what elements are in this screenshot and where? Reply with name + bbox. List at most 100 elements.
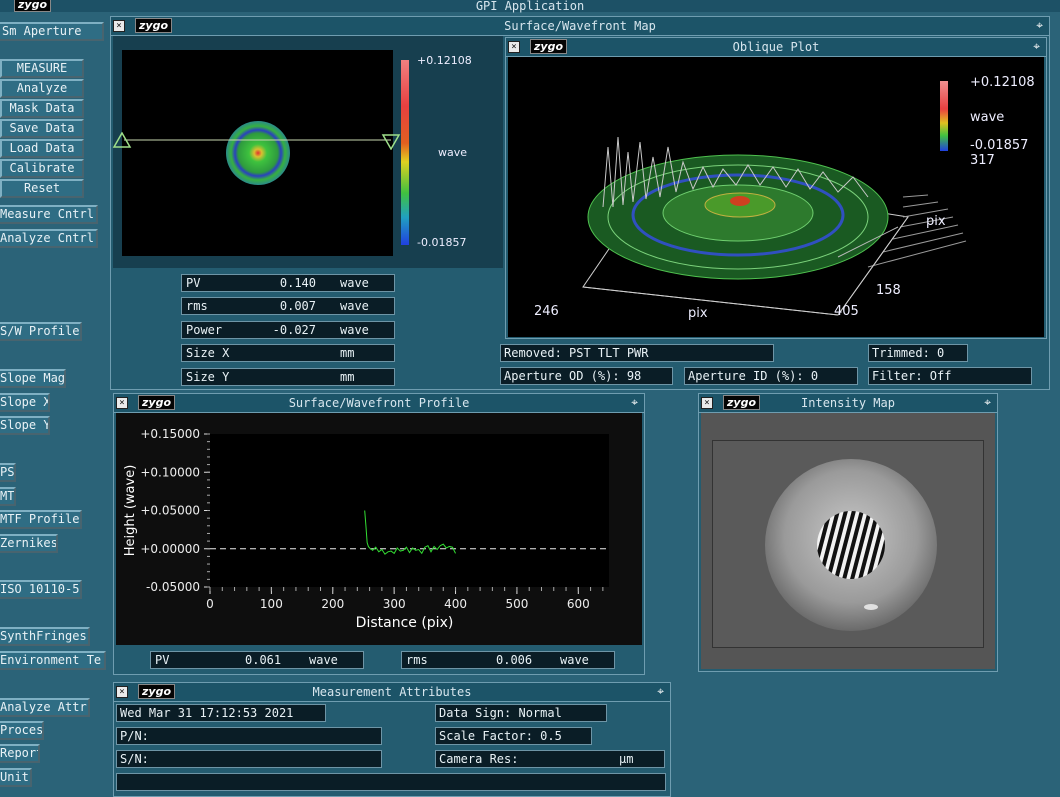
sidebar-button-measure[interactable]: MEASURE [0,59,84,78]
sidebar-item-synthfringes[interactable]: SynthFringes [0,627,90,646]
plot-area [210,434,609,587]
camera-res-field[interactable]: Camera Res: µm [435,750,665,768]
surface-map-plot[interactable] [122,50,393,256]
x-tick-label: 0 [206,597,214,611]
sn-field[interactable]: S/N: [116,750,382,768]
oblique-x-left-label: 246 [534,304,559,319]
sidebar-item-report[interactable]: Report [0,744,40,763]
surface-map-header: Surface/Wavefront Map [111,17,1049,36]
profile-chart-frame: +0.15000 +0.10000 +0.05000 +0.00000 -0.05000… [116,413,642,645]
sidebar-button-save-data[interactable]: Save Data [0,119,84,138]
filter-field[interactable]: Filter: Off [868,367,1032,385]
y-tick-label: +0.00000 [140,542,200,556]
sidebar-item-analyze-attr[interactable]: Analyze Attr [0,698,90,717]
sidebar-item-analyze-cntrl[interactable]: Analyze Cntrl [0,229,98,248]
sidebar-button-reset[interactable]: Reset [0,179,84,198]
result-size-y: Size Ymm [181,367,395,386]
app-title: GPI Application [475,0,585,13]
result-size-x: Size Xmm [181,344,395,363]
profile-end-marker-icon[interactable] [381,132,403,150]
pin-icon[interactable]: ⌖ [984,396,991,409]
attributes-title: Measurement Attributes [312,685,472,699]
colorbar-max-label: +0.12108 [417,54,472,67]
y-tick-label: +0.15000 [140,427,200,441]
sidebar-item-measure-cntrl[interactable]: Measure Cntrl [0,205,98,224]
oblique-colorbar-max: +0.12108 [970,75,1035,90]
close-icon[interactable]: × [508,41,520,53]
scale-factor-field[interactable]: Scale Factor: 0.5 [435,727,592,745]
close-icon[interactable]: × [113,20,125,32]
x-tick-label: 500 [505,597,528,611]
x-tick-label: 100 [260,597,283,611]
x-tick-label: 200 [321,597,344,611]
sidebar-item-process[interactable]: Process [0,721,44,740]
sidebar-item-slope-y[interactable]: Slope Y [0,416,50,435]
profile-chart[interactable]: +0.15000 +0.10000 +0.05000 +0.00000 -0.05000… [116,413,642,645]
result-power: Power -0.027 wave [181,320,395,339]
sidebar-item-iso-10110-5[interactable]: ISO 10110-5 [0,580,82,599]
oblique-y-top-label: 317 [970,153,995,168]
sidebar-button-calibrate[interactable]: Calibrate [0,159,84,178]
profile-start-marker-icon[interactable] [112,132,134,150]
pin-icon[interactable]: ⌖ [1036,19,1043,32]
y-axis-label: Height (wave) [123,465,138,557]
attributes-header: Measurement Attributes [114,683,670,702]
data-sign-field[interactable]: Data Sign: Normal [435,704,607,722]
intensity-title: Intensity Map [801,396,895,410]
sidebar-item-mtf[interactable]: MTF [0,487,16,506]
sidebar-item-psf[interactable]: PSF [0,463,16,482]
surface-map-colorbar [401,60,409,245]
oblique-header: Oblique Plot [506,38,1046,57]
close-icon[interactable]: × [701,397,713,409]
aperture-id-field[interactable]: Aperture ID (%): 0 [684,367,858,385]
x-tick-label: 400 [444,597,467,611]
oblique-colorbar-unit: wave [970,110,1005,125]
oblique-y-bottom-label: 158 [876,283,901,298]
sidebar-item-mtf-profile[interactable]: MTF Profile [0,510,82,529]
x-axis-label: Distance (pix) [356,615,454,631]
pin-icon[interactable]: ⌖ [657,685,664,698]
y-tick-label: +0.10000 [140,465,200,479]
zygo-logo: zygo [135,18,173,33]
sidebar-button-load-data[interactable]: Load Data [0,139,84,158]
sidebar-item-environment-te[interactable]: Environment Te [0,651,106,670]
date-field: Wed Mar 31 17:12:53 2021 [116,704,326,722]
aperture-od-field[interactable]: Aperture OD (%): 98 [500,367,673,385]
colorbar-min-label: -0.01857 [417,236,467,249]
pin-icon[interactable]: ⌖ [1033,40,1040,53]
sidebar-button-mask-data[interactable]: Mask Data [0,99,84,118]
oblique-plot[interactable]: +0.12108 wave -0.01857 317 pix 158 246 p… [508,57,1044,337]
x-tick-label: 600 [567,597,590,611]
zygo-logo: zygo [530,39,568,54]
close-icon[interactable]: × [116,397,128,409]
removed-field: Removed: PST TLT PWR [500,344,774,362]
close-icon[interactable]: × [116,686,128,698]
oblique-colorbar-min: -0.01857 [970,138,1029,153]
comment-field[interactable] [116,773,666,791]
profile-header: Surface/Wavefront Profile [114,394,644,413]
oblique-x-right-label: 405 [834,304,859,319]
zygo-logo: zygo [14,0,52,12]
result-pv: PV 0.140 wave [181,274,395,292]
zygo-logo: zygo [723,395,761,410]
aperture-button[interactable]: Sm Aperture [0,22,104,41]
pin-icon[interactable]: ⌖ [631,396,638,409]
zygo-logo: zygo [138,684,176,699]
profile-title: Surface/Wavefront Profile [288,396,470,410]
x-tick-label: 300 [383,597,406,611]
sidebar-item-s-w-profile[interactable]: S/W Profile [0,322,82,341]
zygo-logo: zygo [138,395,176,410]
sidebar-item-units[interactable]: Units [0,768,32,787]
sidebar-item-slope-x[interactable]: Slope X [0,393,50,412]
pn-field[interactable]: P/N: [116,727,382,745]
profile-rms-field: rms 0.006 wave [401,651,615,669]
oblique-panel: Oblique Plot × zygo ⌖ +0.12108 wave -0.0… [505,37,1047,339]
sidebar-item-slope-mag[interactable]: Slope Mag [0,369,66,388]
sidebar-button-analyze[interactable]: Analyze [0,79,84,98]
intensity-image[interactable] [712,440,984,648]
surface-map-title: Surface/Wavefront Map [504,19,656,33]
trimmed-field: Trimmed: 0 [868,344,968,362]
profile-pv-field: PV 0.061 wave [150,651,364,669]
sidebar-item-zernikes[interactable]: Zernikes [0,534,58,553]
surface-map-image [226,121,290,185]
